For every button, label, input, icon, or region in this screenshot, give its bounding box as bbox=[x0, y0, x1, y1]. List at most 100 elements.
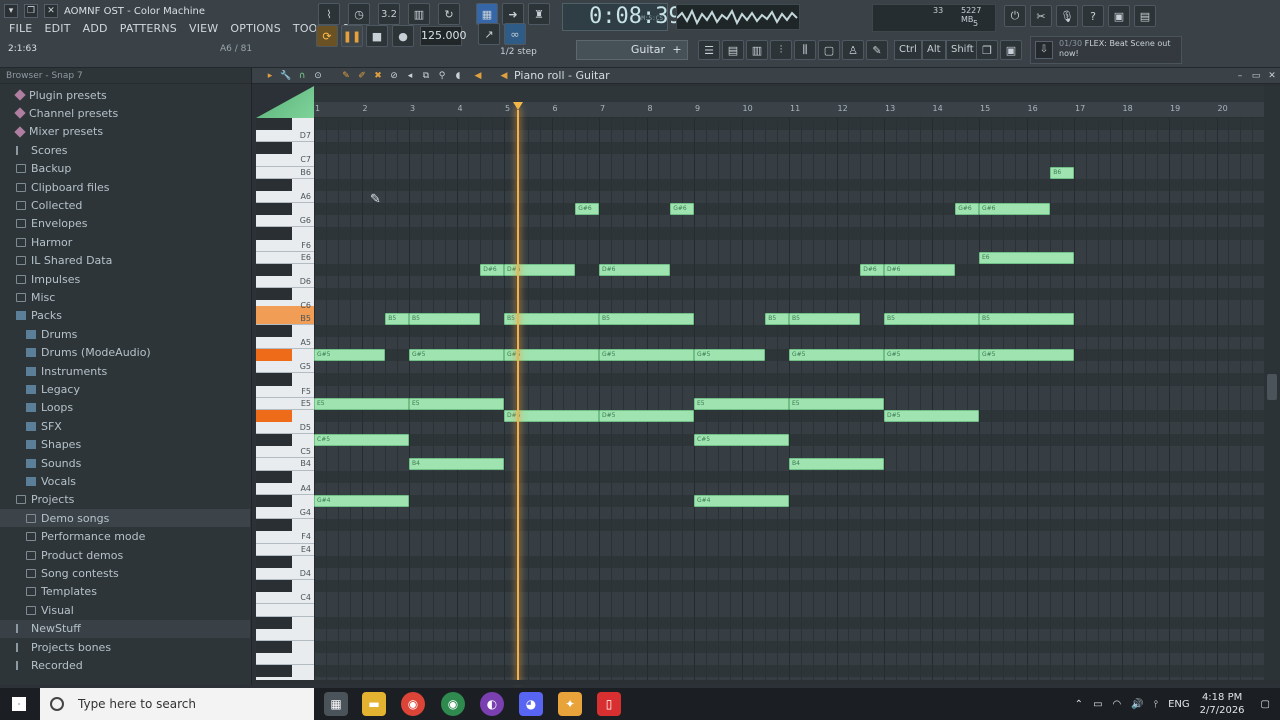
window-menu-icon[interactable]: ▾ bbox=[4, 4, 18, 18]
note[interactable]: E5 bbox=[314, 397, 409, 410]
browser-item[interactable]: Loops bbox=[0, 399, 250, 417]
note[interactable]: G#5 bbox=[884, 349, 979, 362]
help-icon[interactable]: ? bbox=[1082, 5, 1104, 27]
close-piano-roll-icon[interactable]: ✕ bbox=[1266, 70, 1278, 82]
black-key[interactable] bbox=[256, 373, 292, 386]
discord-icon[interactable]: ◕ bbox=[519, 692, 543, 716]
save-icon[interactable]: ▤ bbox=[1134, 5, 1156, 27]
task-view-icon[interactable]: ▦ bbox=[324, 692, 348, 716]
black-key[interactable] bbox=[256, 349, 292, 362]
restore-icon[interactable]: ❐ bbox=[24, 4, 38, 18]
scrollbar-thumb[interactable] bbox=[1267, 374, 1277, 400]
magnet-icon[interactable]: ∩ bbox=[296, 70, 308, 82]
note[interactable]: E5 bbox=[694, 397, 789, 410]
chrome-icon[interactable]: ◉ bbox=[401, 692, 425, 716]
pencil-icon[interactable]: ✎ bbox=[340, 70, 352, 82]
news-panel[interactable]: ⇩ 01/30 FLEX: Beat Scene out now! bbox=[1030, 36, 1182, 64]
browser-item[interactable]: Packs bbox=[0, 307, 250, 325]
note[interactable]: B4 bbox=[789, 458, 884, 471]
pause-button[interactable]: ❚❚ bbox=[341, 25, 363, 47]
menu-edit[interactable]: EDIT bbox=[39, 20, 75, 37]
black-key[interactable] bbox=[256, 640, 292, 654]
note[interactable]: G#6 bbox=[955, 203, 979, 216]
browser-item[interactable]: Song contests bbox=[0, 564, 250, 582]
download-icon[interactable]: ⇩ bbox=[1035, 41, 1053, 59]
piano-roll-titlebar[interactable]: ▸ 🔧 ∩ ⊙ ✎ ✐ ✖ ⊘ ◂ ⧉ ⚲ ◖ ◀ ◀ Piano roll -… bbox=[252, 68, 1280, 84]
timeline-ruler[interactable]: 1 2 3 4 5 6 7 8 9 10 11 12 13 14 15 16 17 18 19 20 bbox=[314, 102, 1264, 118]
black-key[interactable] bbox=[256, 203, 292, 216]
note[interactable]: G#6 bbox=[670, 203, 694, 216]
taskbar-search[interactable]: Type here to search bbox=[40, 688, 314, 720]
countdown-icon[interactable]: 3.2 bbox=[378, 3, 400, 25]
notifications-icon[interactable]: ▢ bbox=[1261, 699, 1270, 710]
black-key[interactable] bbox=[256, 142, 292, 155]
typing-keyboard-icon[interactable]: ▦ bbox=[476, 3, 498, 25]
black-key[interactable] bbox=[256, 434, 292, 447]
browser-item[interactable]: Scores bbox=[0, 141, 250, 159]
mic-tray-icon[interactable]: ⫯ bbox=[1154, 699, 1158, 710]
pattern-song-toggle-icon[interactable]: ⟳ bbox=[316, 25, 338, 47]
plugin-db-icon[interactable]: ♙ bbox=[842, 40, 864, 60]
browser-item[interactable]: Demo songs bbox=[0, 509, 250, 528]
note[interactable]: D#6 bbox=[884, 263, 956, 276]
note[interactable]: B5 bbox=[884, 312, 979, 325]
note[interactable]: G#5 bbox=[694, 349, 766, 362]
note[interactable]: B5 bbox=[385, 312, 409, 325]
browser-item[interactable]: Mixer presets bbox=[0, 123, 250, 141]
browser-item[interactable]: IL Shared Data bbox=[0, 252, 250, 270]
browser-item[interactable]: Drums bbox=[0, 325, 250, 343]
browser-item[interactable]: Impulses bbox=[0, 270, 250, 288]
note[interactable]: E5 bbox=[409, 397, 504, 410]
browser-item[interactable]: Performance mode bbox=[0, 528, 250, 546]
pdf-icon[interactable]: ▯ bbox=[597, 692, 621, 716]
tray-arrow-icon[interactable]: ⌃ bbox=[1075, 699, 1083, 710]
project-icon[interactable]: ▢ bbox=[818, 40, 840, 60]
play-icon[interactable]: ⊙ bbox=[312, 70, 324, 82]
channel-rack-icon[interactable]: ▥ bbox=[746, 40, 768, 60]
browser-item[interactable]: Harmor bbox=[0, 233, 250, 251]
browser-item[interactable]: Product demos bbox=[0, 546, 250, 564]
browser-item[interactable]: Envelopes bbox=[0, 215, 250, 233]
browser-item[interactable]: Backup bbox=[0, 160, 250, 178]
browser-item[interactable]: Instruments bbox=[0, 362, 250, 380]
black-key[interactable] bbox=[256, 263, 292, 277]
network-icon[interactable]: ▭ bbox=[1093, 699, 1102, 710]
note[interactable]: B5 bbox=[789, 312, 861, 325]
step-selector[interactable]: 1/2 step bbox=[500, 44, 544, 60]
menu-view[interactable]: VIEW bbox=[184, 20, 223, 37]
browser-item[interactable]: Shapes bbox=[0, 436, 250, 454]
note[interactable]: E5 bbox=[789, 397, 884, 410]
note[interactable]: G#5 bbox=[314, 349, 386, 362]
browser-header[interactable]: Browser - Snap 7 bbox=[0, 68, 251, 84]
select-icon[interactable]: ⧉ bbox=[420, 70, 432, 82]
browser-item[interactable]: Drums (ModeAudio) bbox=[0, 344, 250, 362]
mute-icon[interactable]: ⊘ bbox=[388, 70, 400, 82]
note[interactable]: E6 bbox=[979, 251, 1074, 264]
browser-item[interactable]: Collected bbox=[0, 196, 250, 214]
note[interactable]: D#6 bbox=[860, 263, 884, 276]
language-indicator[interactable]: ENG bbox=[1168, 699, 1190, 710]
start-button[interactable] bbox=[0, 688, 38, 720]
note[interactable]: B5 bbox=[409, 312, 481, 325]
chrome-profile-icon[interactable]: ◉ bbox=[441, 692, 465, 716]
note[interactable]: G#5 bbox=[409, 349, 504, 362]
mic-icon[interactable]: 🎙 bbox=[1056, 5, 1078, 27]
clock[interactable]: 4:18 PM 2/7/2026 bbox=[1200, 691, 1245, 717]
note[interactable]: B4 bbox=[409, 458, 504, 471]
black-key[interactable] bbox=[256, 665, 292, 678]
note[interactable]: G#5 bbox=[789, 349, 884, 362]
brush-icon[interactable]: ✎ bbox=[866, 40, 888, 60]
playhead[interactable] bbox=[513, 102, 524, 680]
delete-icon[interactable]: ✖ bbox=[372, 70, 384, 82]
plugin-icon[interactable]: ▣ bbox=[1108, 5, 1130, 27]
wrench-icon[interactable]: 🔧 bbox=[280, 70, 292, 82]
tempo-display[interactable]: 125.000 bbox=[420, 26, 467, 46]
copy-icon[interactable]: ❐ bbox=[976, 40, 998, 60]
playback-icon[interactable]: ◖ bbox=[452, 70, 464, 82]
power-icon[interactable]: ⏻ bbox=[1004, 5, 1026, 27]
fl-studio-icon[interactable]: ✦ bbox=[558, 692, 582, 716]
playhead-marker-icon[interactable] bbox=[513, 102, 524, 110]
black-key[interactable] bbox=[256, 616, 292, 629]
note[interactable]: D#5 bbox=[884, 409, 979, 422]
file-explorer-icon[interactable]: ▬ bbox=[362, 692, 386, 716]
